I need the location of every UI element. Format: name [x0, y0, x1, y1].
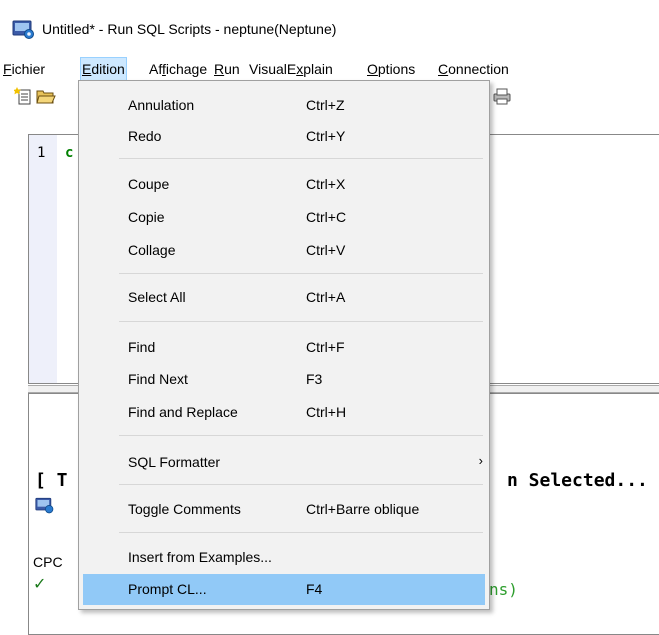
submenu-arrow-icon: ›: [478, 453, 483, 468]
edition-menu: Annulation Ctrl+Z Redo Ctrl+Y Coupe Ctrl…: [78, 80, 490, 610]
run-sql-scripts-icon: [35, 496, 55, 514]
menu-item-find-next[interactable]: Find Next F3: [79, 364, 489, 395]
menu-item-find[interactable]: Find Ctrl+F: [79, 332, 489, 363]
window-title: Untitled* - Run SQL Scripts - neptune(Ne…: [42, 21, 337, 37]
menu-edition[interactable]: Edition: [80, 57, 127, 81]
print-icon[interactable]: [492, 86, 512, 106]
menu-item-sql-formatter[interactable]: SQL Formatter ›: [79, 447, 489, 478]
menu-item-annulation[interactable]: Annulation Ctrl+Z: [79, 90, 489, 121]
menu-separator: [119, 321, 483, 322]
menu-separator: [119, 435, 483, 436]
menu-affichage[interactable]: Affichage: [148, 58, 208, 80]
menu-item-collage[interactable]: Collage Ctrl+V: [79, 235, 489, 266]
menu-item-select-all[interactable]: Select All Ctrl+A: [79, 282, 489, 313]
output-line-3-right: ns): [489, 580, 518, 599]
open-folder-icon[interactable]: [36, 86, 56, 106]
menu-item-toggle-comments[interactable]: Toggle Comments Ctrl+Barre oblique: [79, 494, 489, 525]
menu-separator: [119, 532, 483, 533]
new-file-icon[interactable]: [13, 86, 34, 106]
menu-visualexplain[interactable]: VisualExplain: [248, 58, 334, 80]
menu-item-find-replace[interactable]: Find and Replace Ctrl+H: [79, 397, 489, 428]
title-bar: Untitled* - Run SQL Scripts - neptune(Ne…: [0, 0, 659, 52]
menu-options[interactable]: Options: [366, 58, 416, 80]
menu-item-coupe[interactable]: Coupe Ctrl+X: [79, 169, 489, 200]
output-line-1: [ T: [35, 470, 68, 491]
output-line-1-right: n Selected...: [507, 470, 648, 491]
menu-item-insert-examples[interactable]: Insert from Examples...: [79, 542, 489, 573]
menu-separator: [119, 273, 483, 274]
checkmark-icon: ✓: [33, 576, 47, 593]
menu-separator: [119, 158, 483, 159]
menu-bar: Fichier Edition Affichage Run VisualExpl…: [0, 56, 659, 81]
line-gutter: [29, 135, 57, 383]
menu-run[interactable]: Run: [213, 58, 241, 80]
output-line-2: CPC: [33, 554, 63, 570]
menu-item-redo[interactable]: Redo Ctrl+Y: [79, 121, 489, 152]
menu-separator: [119, 484, 483, 485]
line-number: 1: [37, 145, 46, 161]
menu-connection[interactable]: Connection: [437, 58, 510, 80]
menu-item-copie[interactable]: Copie Ctrl+C: [79, 202, 489, 233]
menu-item-prompt-cl[interactable]: Prompt CL... F4: [83, 574, 485, 605]
run-sql-scripts-icon[interactable]: [12, 19, 36, 39]
menu-fichier[interactable]: Fichier: [2, 58, 46, 80]
code-line[interactable]: c: [65, 145, 73, 161]
